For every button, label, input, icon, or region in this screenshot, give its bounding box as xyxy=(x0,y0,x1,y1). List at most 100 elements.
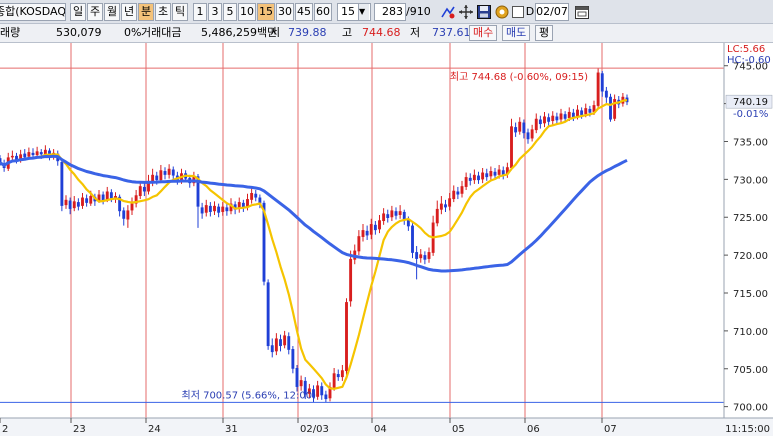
candle-body xyxy=(291,349,295,369)
sell-button[interactable]: 매도 xyxy=(502,25,531,41)
open-label: 시 xyxy=(270,26,281,39)
candle-body xyxy=(283,335,287,346)
interval-60-button[interactable]: 60 xyxy=(314,3,332,21)
volume-label: 래량 xyxy=(0,26,21,39)
candle-body xyxy=(510,126,513,168)
candle-body xyxy=(155,175,159,181)
price-chart[interactable]: 최고 744.68 (-0.60%, 09:15) 최저 700.57 (5.66… xyxy=(0,43,773,436)
interval-10-button[interactable]: 10 xyxy=(238,3,256,21)
period-minute-button[interactable]: 분 xyxy=(138,3,154,21)
candle-body xyxy=(567,111,571,118)
period-year-button[interactable]: 년 xyxy=(121,3,137,21)
candle-body xyxy=(365,230,369,236)
y-tick-label: 730.00 xyxy=(733,175,768,186)
current-change-label: -0.01% xyxy=(733,109,768,120)
candle-body xyxy=(563,114,567,119)
cross-arrows-icon[interactable] xyxy=(458,4,474,20)
average-button[interactable]: 평 xyxy=(535,25,554,41)
candle-body xyxy=(142,186,146,192)
candle-body xyxy=(332,373,336,388)
date-input[interactable]: 02/07 xyxy=(535,3,569,21)
candle-body xyxy=(534,118,538,131)
candle-body xyxy=(609,96,612,120)
candle-body xyxy=(514,127,518,133)
candle-body xyxy=(31,152,35,156)
candle-body xyxy=(481,172,485,180)
interval-1-button[interactable]: 1 xyxy=(193,3,207,21)
candle-body xyxy=(378,220,381,230)
candle-body xyxy=(287,336,291,350)
interval-45-button[interactable]: 45 xyxy=(295,3,313,21)
candle-body xyxy=(274,338,278,352)
candle-body xyxy=(423,255,427,260)
candle-body xyxy=(394,211,398,216)
period-second-button[interactable]: 초 xyxy=(155,3,171,21)
candle-body xyxy=(10,155,14,158)
interval-30-button[interactable]: 30 xyxy=(276,3,294,21)
candle-body xyxy=(456,191,460,195)
date-checkbox[interactable] xyxy=(512,6,524,18)
candle-body xyxy=(72,201,76,209)
interval-dropdown[interactable]: 15 ▼ xyxy=(337,3,371,21)
total-count: /910 xyxy=(406,5,431,18)
interval-3-button[interactable]: 3 xyxy=(208,3,222,21)
candle-body xyxy=(126,210,130,220)
candle-body xyxy=(340,370,344,378)
candle-body xyxy=(373,224,377,231)
candle-body xyxy=(435,208,439,224)
candle-body xyxy=(588,108,592,113)
candle-body xyxy=(159,170,163,181)
candle-body xyxy=(109,192,113,199)
interval-5-button[interactable]: 5 xyxy=(223,3,237,21)
x-tick-label: 06 xyxy=(527,424,540,435)
candle-body xyxy=(138,186,142,197)
price-info-bar: 래량 530,079 0% 거래대금 5,486,259백만 시 739.88 … xyxy=(0,24,773,43)
candle-body xyxy=(266,282,270,347)
y-tick-label: 735.00 xyxy=(733,137,768,148)
calendar-icon[interactable] xyxy=(574,4,590,20)
interval-dropdown-value: 15 xyxy=(341,5,355,18)
count-input[interactable]: 283 xyxy=(374,3,406,21)
chart-background xyxy=(0,43,773,436)
period-day-button[interactable]: 일 xyxy=(70,3,86,21)
candle-body xyxy=(64,199,68,206)
candle-body xyxy=(361,230,365,237)
candle-body xyxy=(411,225,414,253)
x-axis-layer: 2 23 24 31 02/03 04 05 06 07 11:15:00 xyxy=(0,417,773,436)
candle-body xyxy=(122,210,126,219)
y-tick-label: 725.00 xyxy=(733,213,768,224)
candle-body xyxy=(357,236,361,252)
y-tick-label: 715.00 xyxy=(733,289,768,300)
drawing-tool-icon[interactable] xyxy=(440,4,456,20)
period-month-button[interactable]: 월 xyxy=(104,3,120,21)
candle-body xyxy=(316,385,320,397)
period-tick-button[interactable]: 틱 xyxy=(172,3,188,21)
save-icon[interactable] xyxy=(476,4,492,20)
candle-body xyxy=(444,204,447,208)
interval-15-button[interactable]: 15 xyxy=(257,3,275,21)
x-tick-label: 04 xyxy=(374,424,387,435)
candle-body xyxy=(336,374,340,378)
settings-icon[interactable] xyxy=(494,4,510,20)
candle-body xyxy=(81,197,84,206)
market-selector[interactable]: 종합(KOSDAQ) xyxy=(0,3,66,21)
candle-body xyxy=(171,169,175,176)
x-tick-label: 02/03 xyxy=(300,424,329,435)
date-value: 02/07 xyxy=(536,5,568,18)
chart-toolbar: 종합(KOSDAQ) 일 주 월 년 분 초 틱 1 3 5 10 15 30 … xyxy=(0,0,773,24)
low-annotation: 최저 700.57 (5.66%, 12:00) xyxy=(182,389,317,401)
candle-body xyxy=(225,207,229,212)
volume-value: 530,079 xyxy=(56,26,102,39)
low-label: 저 xyxy=(410,26,421,39)
candle-body xyxy=(85,198,89,203)
candle-body xyxy=(200,207,204,214)
x-tick-label: 07 xyxy=(604,424,617,435)
candle-body xyxy=(538,119,542,125)
open-value: 739.88 xyxy=(288,26,327,39)
candle-body xyxy=(477,175,480,181)
buy-button[interactable]: 매수 xyxy=(469,25,498,41)
candle-body xyxy=(600,73,604,92)
current-price-label: 740.19 xyxy=(733,97,768,108)
period-week-button[interactable]: 주 xyxy=(87,3,103,21)
candle-body xyxy=(604,90,608,98)
